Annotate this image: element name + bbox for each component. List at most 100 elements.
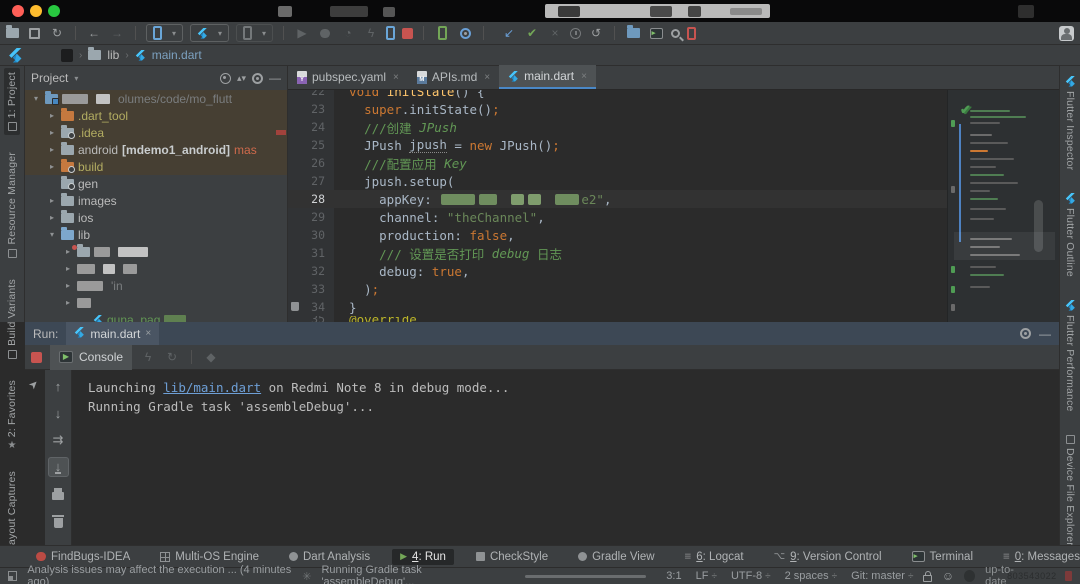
tool-window-button-version-control[interactable]: ⌥9: Version Control: [766, 549, 890, 565]
clear-console-icon[interactable]: [48, 511, 69, 531]
save-all-icon[interactable]: [26, 25, 42, 41]
code-line[interactable]: 24 ///创建 JPush: [288, 118, 947, 136]
code-analysis-smiley-icon[interactable]: ☺: [942, 569, 954, 583]
sidebar-item-2-favorites[interactable]: 2: Favorites★: [4, 376, 20, 454]
tree-row[interactable]: ▸: [25, 294, 287, 311]
status-message[interactable]: Analysis issues may affect the execution…: [27, 564, 292, 584]
close-tab-icon[interactable]: ×: [581, 71, 587, 82]
tree-collapsed-arrow[interactable]: ▸: [47, 145, 57, 154]
tree-row[interactable]: ▸: [25, 260, 287, 277]
print-icon[interactable]: [48, 484, 69, 504]
tool-window-button-checkstyle[interactable]: CheckStyle: [468, 549, 556, 565]
tool-window-button-messages[interactable]: ≡0: Messages: [995, 549, 1080, 565]
git-update-icon[interactable]: ↙: [501, 25, 517, 41]
editor-scrollbar-thumb[interactable]: [1034, 200, 1043, 252]
avd-manager-icon[interactable]: [457, 25, 473, 41]
tree-row[interactable]: ▸: [25, 243, 287, 260]
debug-icon[interactable]: [317, 25, 333, 41]
breadcrumb-main-dart[interactable]: main.dart: [152, 48, 202, 62]
status-widget-lf[interactable]: LF÷: [696, 570, 717, 582]
hot-restart-icon[interactable]: ↻: [164, 349, 180, 365]
tool-window-flutter-performance[interactable]: Flutter Performance: [1062, 296, 1078, 416]
user-avatar[interactable]: [1059, 26, 1074, 41]
console-file-link[interactable]: lib/main.dart: [163, 380, 261, 395]
code-line[interactable]: 31 /// 设置是否打印 debug 日志: [288, 244, 947, 262]
tree-row[interactable]: ▾lib: [25, 226, 287, 243]
code-line[interactable]: 34 }: [288, 298, 947, 316]
git-commit-icon[interactable]: ✔: [524, 25, 540, 41]
search-everywhere-icon[interactable]: [671, 29, 680, 38]
status-widget-git-master[interactable]: Git: master÷: [851, 570, 913, 582]
tool-window-button-multi-os-engine[interactable]: Multi-OS Engine: [152, 549, 267, 565]
attach-debugger-icon[interactable]: [386, 26, 395, 40]
tool-window-button-findbugs-idea[interactable]: FindBugs-IDEA: [28, 549, 138, 565]
readonly-lock-icon[interactable]: [923, 575, 931, 582]
zoom-window-button[interactable]: [48, 5, 60, 17]
profile-icon[interactable]: ◔: [340, 25, 356, 41]
console-tab[interactable]: ▶ Console: [50, 345, 132, 370]
tree-row[interactable]: ▸build: [25, 158, 287, 175]
tree-collapsed-arrow[interactable]: ▸: [63, 264, 73, 273]
tool-window-button-run[interactable]: ▶4: Run: [392, 549, 454, 565]
run-config-selector[interactable]: ▾: [190, 24, 229, 42]
back-icon[interactable]: ←: [86, 25, 102, 41]
breadcrumb-lib[interactable]: lib: [107, 48, 119, 62]
close-tab-icon[interactable]: ×: [484, 72, 490, 83]
forward-icon[interactable]: →: [109, 25, 125, 41]
tree-expanded-arrow[interactable]: ▾: [31, 94, 41, 103]
run-on-device-icon[interactable]: [434, 25, 450, 41]
soft-wrap-icon[interactable]: ⇉: [48, 430, 69, 450]
tool-window-button-dart-analysis[interactable]: Dart Analysis: [281, 549, 378, 565]
stop-icon[interactable]: [402, 28, 413, 39]
sync-icon[interactable]: ↻: [49, 25, 65, 41]
undo-icon[interactable]: ↺: [588, 25, 604, 41]
target-device-selector[interactable]: ▾: [236, 24, 273, 42]
run-tab[interactable]: main.dart ×: [66, 322, 159, 345]
tree-collapsed-arrow[interactable]: ▸: [47, 111, 57, 120]
tool-window-button-gradle-view[interactable]: Gradle View: [570, 549, 662, 565]
minimize-window-button[interactable]: [30, 5, 42, 17]
code-line[interactable]: 25 JPush jpush = new JPush();: [288, 136, 947, 154]
code-line[interactable]: 26 ///配置应用 Key: [288, 154, 947, 172]
tool-window-flutter-outline[interactable]: Flutter Outline: [1062, 189, 1078, 281]
tool-window-button-logcat[interactable]: ≡6: Logcat: [677, 549, 752, 565]
close-run-tab-icon[interactable]: ×: [145, 328, 151, 339]
tree-collapsed-arrow[interactable]: ▸: [47, 213, 57, 222]
tree-row[interactable]: ▸images: [25, 192, 287, 209]
tool-window-device-file-explorer[interactable]: Device File Explorer: [1062, 431, 1078, 550]
run-anything-icon[interactable]: ▶: [648, 25, 664, 41]
tree-row[interactable]: ▸ios: [25, 209, 287, 226]
device-selector[interactable]: ▾: [146, 24, 183, 42]
console-output[interactable]: Launching lib/main.dart on Redmi Note 8 …: [72, 370, 1059, 545]
status-widget-2-spaces[interactable]: 2 spaces÷: [785, 570, 838, 582]
code-line[interactable]: 32 debug: true,: [288, 262, 947, 280]
git-rollback-icon[interactable]: ×: [547, 25, 563, 41]
project-structure-icon[interactable]: [625, 25, 641, 41]
tree-collapsed-arrow[interactable]: ▸: [47, 162, 57, 171]
tree-collapsed-arrow[interactable]: ▸: [63, 298, 73, 307]
tree-collapsed-arrow[interactable]: ▸: [47, 128, 57, 137]
open-project-icon[interactable]: [6, 28, 19, 38]
tree-row[interactable]: ▾olumes/code/mo_flutt: [25, 90, 287, 107]
status-widget-3-1[interactable]: 3:1: [666, 570, 681, 582]
toggle-tool-windows-icon[interactable]: [8, 571, 17, 581]
hot-reload-icon[interactable]: ϟ: [140, 349, 156, 365]
device-manager-icon[interactable]: [687, 27, 696, 40]
code-line[interactable]: 23 super.initState();: [288, 100, 947, 118]
coverage-icon[interactable]: ◆: [203, 349, 219, 365]
tree-row[interactable]: ▸'in: [25, 277, 287, 294]
scroll-to-end-icon[interactable]: ↓: [48, 457, 69, 477]
tree-row[interactable]: ▸android [mdemo1_android] mas: [25, 141, 287, 158]
editor-tab-main-dart[interactable]: main.dart×: [499, 65, 596, 89]
history-icon[interactable]: [570, 28, 581, 39]
tree-row[interactable]: ▸.idea: [25, 124, 287, 141]
collapse-all-icon[interactable]: ▴▾: [237, 73, 246, 84]
code-editor[interactable]: 22 void initState() {23 super.initState(…: [288, 90, 947, 322]
tree-expanded-arrow[interactable]: ▾: [47, 230, 57, 239]
tree-row[interactable]: gen: [25, 175, 287, 192]
hot-reload-icon[interactable]: ϟ: [363, 25, 379, 41]
project-settings-gear-icon[interactable]: [252, 73, 263, 84]
tree-collapsed-arrow[interactable]: ▸: [47, 196, 57, 205]
code-line[interactable]: 33 );: [288, 280, 947, 298]
run-icon[interactable]: ▶: [294, 25, 310, 41]
